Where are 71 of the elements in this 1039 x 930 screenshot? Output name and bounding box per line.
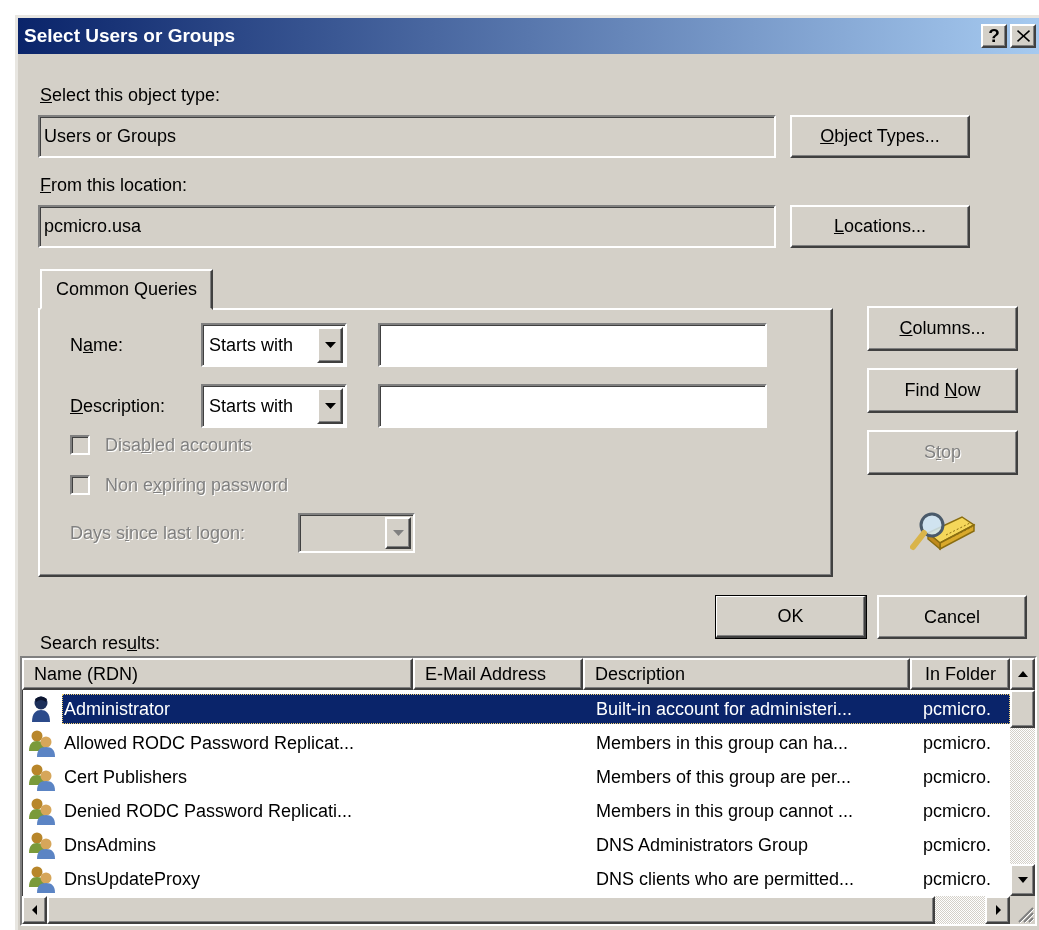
name-cell-text: Administrator (63, 698, 172, 720)
group-icon (27, 831, 57, 859)
name-cell-text: Allowed RODC Password Replicat... (63, 732, 356, 754)
arrow-icon (1017, 669, 1028, 679)
description-cell-text: DNS Administrators Group (595, 834, 810, 856)
folder-cell-text: pcmicro. (922, 868, 992, 890)
name-cell-text: DnsUpdateProxy (63, 868, 202, 890)
locations-button[interactable]: Locations... (790, 205, 970, 248)
scroll-up-button[interactable] (1010, 658, 1035, 690)
description-cell-text: Members of this group are per... (595, 766, 853, 788)
scroll-down-button[interactable] (1010, 864, 1035, 896)
folder-cell-text: pcmicro. (922, 766, 992, 788)
vertical-scrollbar[interactable] (1010, 658, 1035, 896)
text-field[interactable]: pcmicro.usa (38, 205, 776, 248)
text-input[interactable] (378, 384, 767, 428)
folder-cell-text: pcmicro. (922, 800, 992, 822)
arrow-icon (1017, 875, 1028, 885)
caret-icon (324, 402, 336, 410)
scroll-left-button[interactable] (22, 896, 47, 924)
object-types-button[interactable]: Object Types... (790, 115, 970, 158)
description-cell-text: Members in this group can ha... (595, 732, 850, 754)
group-icon (27, 729, 57, 757)
folder-cell-text: pcmicro. (922, 732, 992, 754)
tab[interactable]: Common Queries (40, 269, 214, 310)
cancel-button[interactable]: Cancel (877, 595, 1027, 639)
text-field[interactable]: Users or Groups (38, 115, 776, 158)
columns-button[interactable]: Columns... (867, 306, 1018, 351)
description-label: Description: (70, 395, 167, 417)
name-label: Name: (70, 334, 125, 356)
dropdown[interactable]: Starts with (201, 384, 347, 428)
caret-icon (392, 529, 404, 537)
folder-cell-text: pcmicro. (922, 698, 992, 720)
list-row[interactable]: Administrator Built-in account for administeri... pcmicro. (62, 694, 1010, 724)
field-label: From this location: (39, 174, 188, 196)
column-header[interactable]: Name (RDN) (22, 658, 413, 690)
column-header[interactable]: Description (583, 658, 910, 690)
list-row[interactable]: DnsAdmins DNS Administrators Group pcmicro. (62, 830, 1010, 860)
dropdown[interactable] (298, 513, 415, 553)
caret-icon (324, 341, 336, 349)
scroll-right-button[interactable] (985, 896, 1010, 924)
list-row[interactable]: Denied RODC Password Replicati... Members in this group cannot ... pcmicro. (62, 796, 1010, 826)
help-button[interactable]: ? (981, 24, 1007, 48)
column-header[interactable]: E-Mail Address (413, 658, 583, 690)
name-cell-text: Denied RODC Password Replicati... (63, 800, 354, 822)
checkbox-label: Disabled accounts (105, 434, 253, 456)
text-input[interactable] (378, 323, 767, 367)
days-label: Days since last logon: (70, 522, 247, 544)
checkbox-label: Non expiring password (105, 474, 289, 496)
name-cell-text: DnsAdmins (63, 834, 158, 856)
close-icon (1016, 30, 1030, 42)
name-cell-text: Cert Publishers (63, 766, 189, 788)
group-icon (27, 865, 57, 893)
description-cell-text: Built-in account for administeri... (595, 698, 854, 720)
dropdown[interactable]: Starts with (201, 323, 347, 367)
column-header[interactable]: In Folder (910, 658, 1010, 690)
group-icon (27, 797, 57, 825)
description-cell-text: DNS clients who are permitted... (595, 868, 856, 890)
list-row[interactable]: Allowed RODC Password Replicat... Members in this group can ha... pcmicro. (62, 728, 1010, 758)
window-title: Select Users or Groups (24, 25, 237, 47)
description-cell-text: Members in this group cannot ... (595, 800, 855, 822)
results-list[interactable] (20, 656, 1037, 926)
group-icon (27, 763, 57, 791)
find-now-button[interactable]: Find Now (867, 368, 1018, 413)
folder-cell-text: pcmicro. (922, 834, 992, 856)
list-row[interactable]: Cert Publishers Members of this group are per... pcmicro. (62, 762, 1010, 792)
list-row[interactable]: DnsUpdateProxy DNS clients who are permitted... pcmicro. (62, 864, 1010, 894)
close-button[interactable] (1010, 24, 1036, 48)
ok-button[interactable]: OK (715, 595, 867, 639)
scroll-thumb[interactable] (1010, 690, 1035, 728)
search-results-label: Search results: (40, 632, 162, 654)
field-label: Select this object type: (39, 84, 221, 106)
